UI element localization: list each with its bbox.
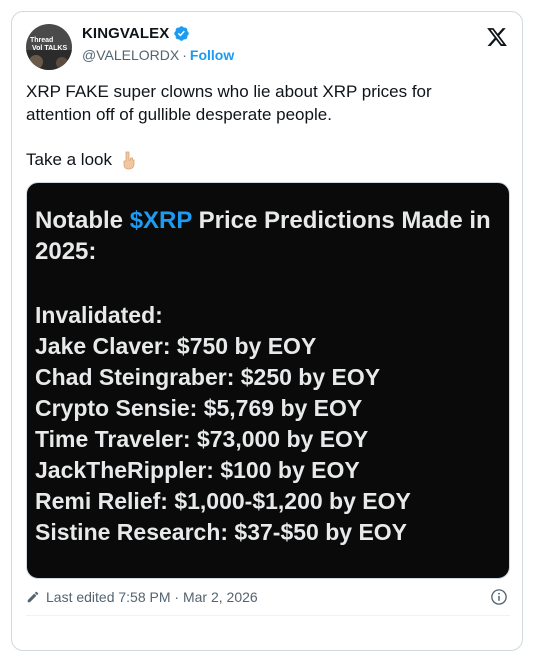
tweet-text-line: Take a look	[26, 148, 138, 171]
tweet-footer: Last edited 7:58 PM · Mar 2, 2026	[26, 586, 510, 608]
prediction-item: Sistine Research: $37-$50 by EOY	[35, 519, 408, 545]
separator-dot: ·	[182, 47, 187, 63]
x-logo-icon[interactable]	[486, 26, 508, 48]
info-icon[interactable]	[490, 588, 508, 606]
divider	[26, 615, 510, 616]
pointing-down-hand-icon	[123, 151, 135, 169]
verified-badge-icon	[174, 26, 190, 41]
tweet-card: Thread Vol TALKS KINGVALEX @VALELORDX · …	[11, 11, 523, 651]
svg-text:Vol TALKS: Vol TALKS	[32, 45, 67, 52]
prediction-item: Crypto Sensie: $5,769 by EOY	[35, 395, 363, 421]
prediction-item: Chad Steingraber: $250 by EOY	[35, 364, 381, 390]
media-title: Notable $XRP Price Predictions Made in 2…	[35, 205, 509, 267]
tweet-text: XRP FAKE super clowns who lie about XRP …	[26, 82, 437, 124]
pencil-icon	[27, 591, 39, 603]
media-prediction-list: Invalidated: Jake Claver: $750 by EOY Ch…	[35, 300, 509, 548]
author-name-row: KINGVALEX	[82, 25, 190, 42]
avatar-image: Thread Vol TALKS	[26, 24, 72, 70]
prediction-item: Time Traveler: $73,000 by EOY	[35, 426, 369, 452]
prediction-item: Remi Relief: $1,000-$1,200 by EOY	[35, 488, 411, 514]
author-display-name[interactable]: KINGVALEX	[82, 25, 169, 42]
follow-button[interactable]: Follow	[190, 47, 234, 63]
avatar[interactable]: Thread Vol TALKS	[26, 24, 72, 70]
author-handle[interactable]: @VALELORDX	[82, 47, 179, 63]
author-handle-row: @VALELORDX · Follow	[82, 47, 234, 63]
tweet-take-a-look: Take a look	[26, 150, 112, 169]
prediction-item: Jake Claver: $750 by EOY	[35, 333, 317, 359]
tweet-media-image[interactable]: Notable $XRP Price Predictions Made in 2…	[26, 182, 510, 579]
prediction-item: JackTheRippler: $100 by EOY	[35, 457, 360, 483]
media-subtitle: Invalidated:	[35, 302, 163, 328]
media-title-prefix: Notable	[35, 207, 130, 234]
last-edited-timestamp[interactable]: Last edited 7:58 PM · Mar 2, 2026	[46, 589, 258, 605]
avatar-caption: Thread	[30, 37, 53, 44]
media-title-accent: $XRP	[129, 207, 192, 234]
